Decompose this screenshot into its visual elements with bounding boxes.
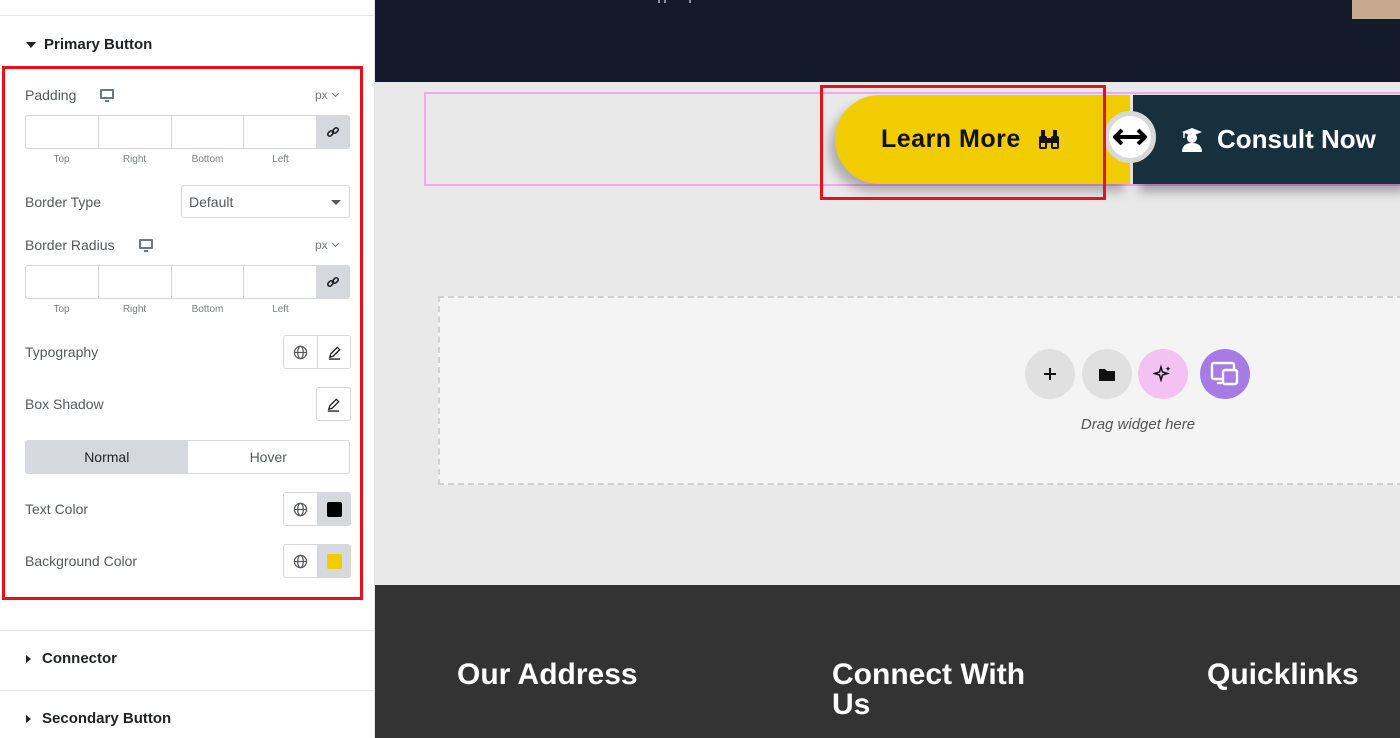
caret-right-icon bbox=[26, 714, 31, 723]
section-title: Connector bbox=[42, 650, 117, 667]
ai-generate-button[interactable] bbox=[1138, 349, 1188, 399]
section-title: Primary Button bbox=[44, 36, 153, 53]
caret-right-icon bbox=[26, 654, 31, 663]
hero-section bbox=[375, 0, 1400, 82]
divider bbox=[0, 15, 374, 16]
drop-zone[interactable] bbox=[438, 296, 1400, 485]
graduate-icon bbox=[1182, 127, 1202, 152]
caret-down-icon bbox=[26, 41, 36, 48]
sparkles-icon bbox=[1153, 364, 1171, 383]
folder-icon bbox=[1099, 368, 1115, 381]
section-title: Secondary Button bbox=[42, 710, 172, 727]
template-library-button[interactable] bbox=[1200, 349, 1250, 399]
responsive-screens-icon bbox=[1210, 361, 1239, 386]
consult-now-label: Consult Now bbox=[1217, 124, 1376, 154]
highlight-box bbox=[820, 85, 1106, 200]
hero-image bbox=[1352, 0, 1400, 19]
add-template-button[interactable] bbox=[1082, 349, 1132, 399]
footer-heading-connect: Connect With Us bbox=[832, 658, 1026, 721]
editor-panel: Primary Button Padding px Top Right Bott… bbox=[0, 0, 375, 738]
section-secondary-button[interactable]: Secondary Button bbox=[26, 710, 171, 727]
highlight-box bbox=[2, 66, 363, 600]
divider bbox=[0, 630, 374, 631]
plus-icon bbox=[1044, 368, 1056, 380]
footer-heading-quicklinks: Quicklinks bbox=[1207, 658, 1359, 691]
section-connector[interactable]: Connector bbox=[26, 650, 117, 667]
add-widget-button[interactable] bbox=[1025, 349, 1075, 399]
drop-zone-hint: Drag widget here bbox=[1080, 416, 1196, 433]
consult-now-button[interactable]: Consult Now bbox=[1133, 95, 1400, 184]
divider bbox=[0, 690, 374, 691]
section-primary-button[interactable]: Primary Button bbox=[26, 36, 152, 53]
button-connector bbox=[1104, 111, 1156, 163]
decorative-marks bbox=[658, 0, 691, 3]
double-arrow-icon bbox=[1113, 128, 1147, 146]
footer-heading-address: Our Address bbox=[457, 658, 638, 691]
